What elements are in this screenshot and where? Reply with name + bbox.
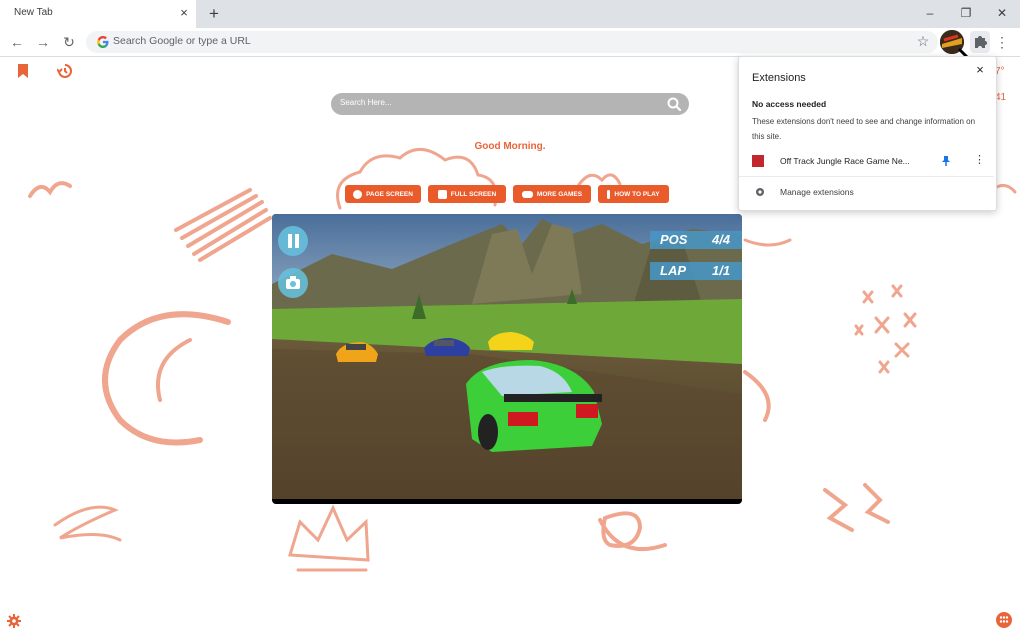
- info-icon: [607, 189, 611, 199]
- extension-more-button[interactable]: ⋮: [974, 153, 985, 166]
- bulb-icon: [353, 189, 363, 199]
- bookmark-icon[interactable]: [15, 63, 31, 79]
- screenshot-button[interactable]: [278, 268, 308, 298]
- popup-close-button[interactable]: ×: [973, 62, 987, 77]
- how-to-play-button[interactable]: HOW TO PLAY: [598, 185, 669, 203]
- search-icon[interactable]: [666, 96, 682, 112]
- game-scene: [272, 214, 742, 499]
- manage-gear-icon: [756, 188, 764, 196]
- window-close-button[interactable]: ✕: [984, 2, 1020, 24]
- bookmark-star-icon[interactable]: ☆: [914, 32, 932, 50]
- full-screen-button[interactable]: FULL SCREEN: [428, 185, 506, 203]
- page-screen-label: PAGE SCREEN: [366, 190, 413, 198]
- popup-title: Extensions: [752, 72, 806, 84]
- camera-icon: [286, 276, 300, 289]
- full-screen-label: FULL SCREEN: [450, 190, 497, 198]
- restore-button[interactable]: ❐: [948, 2, 984, 24]
- pause-button[interactable]: [278, 226, 308, 256]
- extension-name[interactable]: Off Track Jungle Race Game Ne...: [780, 156, 910, 166]
- lap-label: LAP: [660, 263, 686, 278]
- more-games-label: MORE GAMES: [536, 190, 583, 198]
- new-tab-button[interactable]: +: [204, 4, 224, 24]
- lap-value: 1/1: [712, 263, 731, 278]
- game-canvas[interactable]: POS 4/4 LAP 1/1: [272, 214, 742, 504]
- back-button[interactable]: ←: [6, 31, 28, 53]
- chrome-menu-button[interactable]: ⋮: [995, 32, 1009, 52]
- no-access-description: These extensions don't need to see and c…: [752, 117, 976, 141]
- popup-divider: [739, 176, 994, 177]
- no-access-heading: No access needed: [752, 99, 827, 109]
- apps-grid-icon[interactable]: [996, 612, 1012, 628]
- extensions-button[interactable]: [970, 31, 990, 53]
- position-label: POS: [660, 232, 688, 247]
- history-icon[interactable]: [57, 63, 73, 79]
- extension-list-icon: [752, 155, 764, 167]
- reload-button[interactable]: ↻: [58, 31, 80, 53]
- pin-icon[interactable]: [940, 155, 952, 167]
- expand-icon: [437, 189, 447, 199]
- forward-button[interactable]: →: [32, 31, 54, 53]
- tab-title: New Tab: [14, 7, 53, 18]
- page-screen-button[interactable]: PAGE SCREEN: [345, 185, 421, 203]
- tab-close-button[interactable]: ×: [176, 5, 192, 21]
- google-icon: [97, 36, 109, 48]
- minimize-button[interactable]: –: [912, 2, 948, 24]
- lap-hud: LAP 1/1: [650, 262, 742, 280]
- how-to-play-label: HOW TO PLAY: [614, 190, 660, 198]
- more-games-button[interactable]: MORE GAMES: [513, 185, 591, 203]
- gamepad-icon: [521, 190, 533, 198]
- position-value: 4/4: [712, 232, 731, 247]
- manage-extensions-link[interactable]: Manage extensions: [780, 187, 854, 197]
- omnibox-placeholder: Search Google or type a URL: [113, 35, 251, 47]
- puzzle-icon: [975, 36, 987, 48]
- settings-gear-icon[interactable]: [7, 614, 21, 628]
- pause-icon: [288, 234, 299, 248]
- position-hud: POS 4/4: [650, 231, 742, 249]
- page-search-placeholder: Search Here...: [340, 98, 392, 107]
